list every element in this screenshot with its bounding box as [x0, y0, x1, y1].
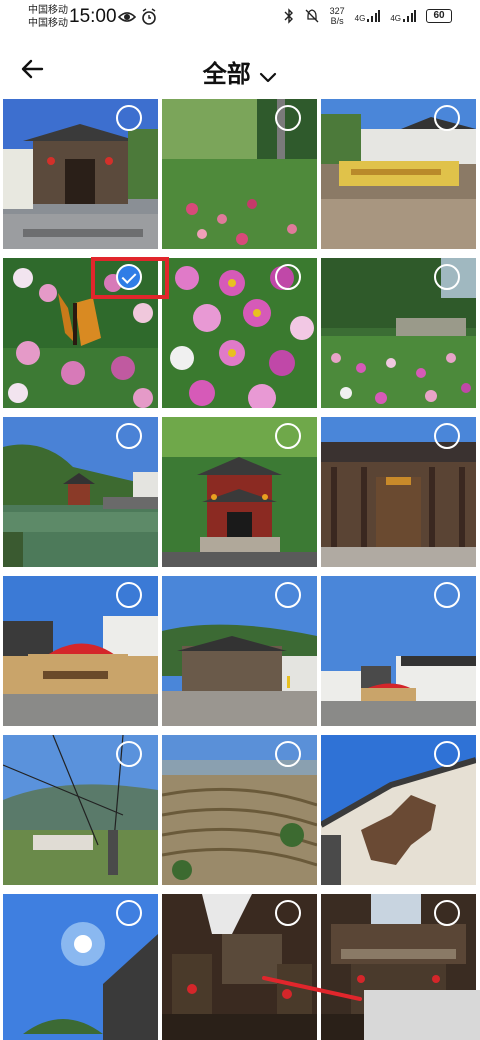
photo-thumbnail[interactable]	[321, 417, 476, 567]
select-circle[interactable]	[434, 582, 460, 608]
signal-1: 4G	[355, 9, 381, 23]
carrier-1: 中国移动	[28, 5, 68, 16]
eye-icon	[118, 12, 136, 22]
chevron-down-icon	[260, 72, 277, 82]
mute-icon	[305, 9, 319, 23]
select-circle[interactable]	[275, 741, 301, 767]
battery-indicator: 60	[426, 9, 452, 23]
header: 全部	[0, 44, 480, 94]
photo-thumbnail[interactable]	[321, 735, 476, 885]
carrier-2: 中国移动	[28, 18, 68, 29]
carrier-info: 中国移动 中国移动	[28, 4, 68, 30]
photo-thumbnail[interactable]	[3, 735, 158, 885]
photo-thumbnail[interactable]	[3, 894, 158, 1040]
photo-thumbnail[interactable]	[162, 894, 317, 1040]
select-circle[interactable]	[275, 582, 301, 608]
select-circle[interactable]	[434, 264, 460, 290]
photo-thumbnail[interactable]	[162, 576, 317, 726]
bluetooth-icon	[284, 8, 293, 24]
signal-2: 4G	[390, 9, 416, 23]
highlight-stroke	[262, 976, 362, 1001]
photo-thumbnail[interactable]	[3, 417, 158, 567]
signal-bars-icon	[403, 10, 416, 22]
select-circle[interactable]	[275, 264, 301, 290]
album-selector[interactable]: 全部	[0, 54, 480, 89]
select-circle[interactable]	[116, 582, 142, 608]
status-time: 15:00	[69, 6, 117, 27]
photo-grid	[3, 99, 477, 1040]
photo-thumbnail[interactable]	[321, 99, 476, 249]
select-circle[interactable]	[434, 423, 460, 449]
alarm-icon	[142, 8, 156, 25]
select-circle[interactable]	[275, 900, 301, 926]
photo-thumbnail[interactable]	[3, 576, 158, 726]
select-circle[interactable]	[434, 741, 460, 767]
photo-thumbnail[interactable]	[162, 99, 317, 249]
page-title: 全部	[202, 61, 251, 88]
select-circle[interactable]	[116, 741, 142, 767]
photo-thumbnail[interactable]	[162, 735, 317, 885]
photo-thumbnail[interactable]	[162, 417, 317, 567]
redacted-area	[364, 990, 480, 1040]
select-circle[interactable]	[275, 423, 301, 449]
select-circle[interactable]	[434, 105, 460, 131]
select-circle[interactable]	[434, 900, 460, 926]
network-type-1: 4G	[354, 14, 366, 23]
status-right: 327 B/s 4G 4G 60	[284, 6, 452, 26]
signal-bars-icon	[367, 10, 381, 22]
status-bar: 中国移动 中国移动 15:00 327 B/s 4G 4G 60	[0, 0, 480, 36]
select-circle[interactable]	[116, 423, 142, 449]
select-circle[interactable]	[275, 105, 301, 131]
photo-thumbnail[interactable]	[3, 99, 158, 249]
selection-highlight-box	[91, 257, 169, 299]
select-circle[interactable]	[116, 900, 142, 926]
network-type-2: 4G	[390, 14, 401, 23]
select-circle[interactable]	[116, 105, 142, 131]
network-speed: 327 B/s	[330, 6, 345, 26]
speed-value: 327	[329, 6, 345, 16]
speed-unit: B/s	[330, 16, 344, 26]
photo-thumbnail[interactable]	[321, 576, 476, 726]
photo-thumbnail[interactable]	[321, 258, 476, 408]
photo-thumbnail[interactable]	[162, 258, 317, 408]
